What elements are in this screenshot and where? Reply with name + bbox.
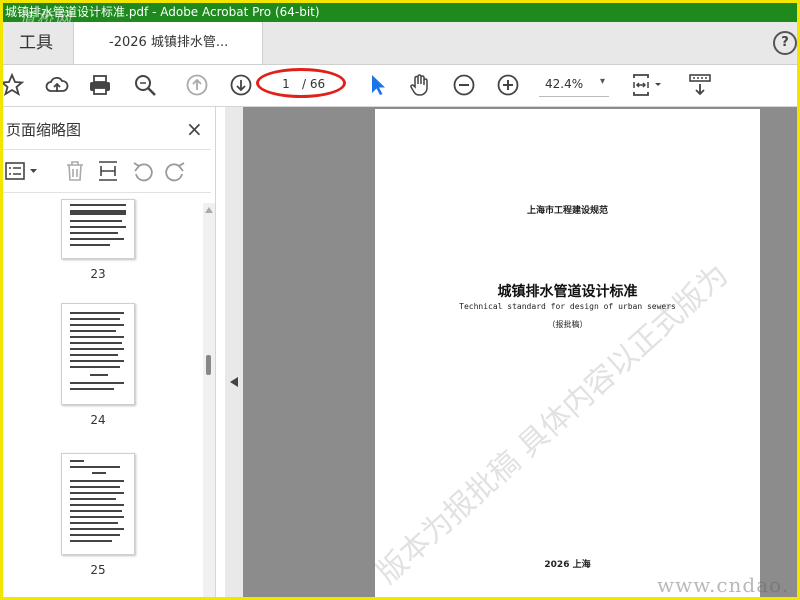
page-up-icon[interactable]: [184, 72, 210, 98]
scroll-mode-icon[interactable]: [687, 72, 713, 98]
hand-icon[interactable]: [407, 72, 433, 98]
thumbnail-page-number: 24: [90, 413, 106, 427]
star-icon[interactable]: [0, 72, 25, 98]
scrollbar-thumb[interactable]: [206, 355, 211, 375]
print-icon[interactable]: [87, 72, 113, 98]
main-toolbar: 1 / 66 42.4% ▾: [3, 65, 797, 107]
zoom-in-icon[interactable]: [495, 72, 521, 98]
site-watermark-logo: 道桥网: [19, 9, 74, 22]
rotate-left-icon[interactable]: [131, 159, 155, 183]
thumbnail-options-icon[interactable]: [5, 160, 43, 182]
zoom-out-icon[interactable]: [451, 72, 477, 98]
zoom-search-icon[interactable]: [132, 72, 158, 98]
thumbnail-image: [61, 453, 135, 555]
page-down-icon[interactable]: [228, 72, 254, 98]
page-thumbnails-panel: 页面缩略图 × 23 24 25: [3, 107, 216, 597]
thumbnail-page-number: 25: [90, 563, 106, 577]
thumbnail-item[interactable]: 23: [61, 199, 135, 281]
tab-document[interactable]: -2026 城镇排水管...: [73, 22, 263, 64]
thumbnail-image: [61, 303, 135, 405]
doc-issuer: 上海市工程建设规范: [526, 206, 608, 216]
title-bar: 城镇排水管道设计标准.pdf - Adobe Acrobat Pro (64-b…: [3, 3, 797, 22]
thumbnail-item[interactable]: 24: [61, 303, 135, 427]
document-viewer[interactable]: 上海市工程建设规范 城镇排水管道设计标准 Technical standard …: [243, 107, 797, 597]
tab-bar: 工具 -2026 城镇排水管... ?: [3, 22, 797, 65]
zoom-level-select[interactable]: 42.4% ▾: [539, 74, 609, 97]
fit-page-icon[interactable]: [631, 72, 665, 98]
help-icon[interactable]: ?: [773, 31, 797, 55]
tab-tools[interactable]: 工具: [3, 22, 69, 64]
panel-title: 页面缩略图: [6, 121, 82, 139]
thumbnail-image: [61, 199, 135, 259]
thumbnail-item[interactable]: 25: [61, 453, 135, 577]
thumbnail-page-number: 23: [90, 267, 106, 281]
site-watermark-url: www.cndao.: [657, 573, 790, 597]
select-arrow-icon[interactable]: [365, 72, 391, 98]
doc-footer: 2026 上海: [544, 560, 591, 570]
thumbnail-toolbar: [3, 149, 211, 193]
trash-icon[interactable]: [63, 159, 87, 183]
thumbnail-scrollbar[interactable]: [203, 203, 215, 597]
close-icon[interactable]: ×: [186, 117, 203, 141]
doc-status: （报批稿）: [547, 320, 588, 329]
scroll-up-icon[interactable]: [205, 207, 213, 213]
collapse-panel-icon[interactable]: [230, 377, 238, 387]
app-window: 城镇排水管道设计标准.pdf - Adobe Acrobat Pro (64-b…: [0, 0, 800, 600]
panel-collapse-bar[interactable]: [225, 107, 243, 597]
chevron-down-icon: ▾: [599, 76, 605, 87]
rotate-right-icon[interactable]: [163, 159, 187, 183]
draft-watermark: 版本为报批稿 具体内容以正式版为: [375, 257, 736, 591]
cloud-upload-icon[interactable]: [44, 72, 70, 98]
document-page: 上海市工程建设规范 城镇排水管道设计标准 Technical standard …: [375, 109, 760, 597]
insert-page-icon[interactable]: [96, 159, 120, 183]
annotation-circle: [256, 68, 346, 98]
zoom-level-value: 42.4%: [545, 77, 584, 91]
